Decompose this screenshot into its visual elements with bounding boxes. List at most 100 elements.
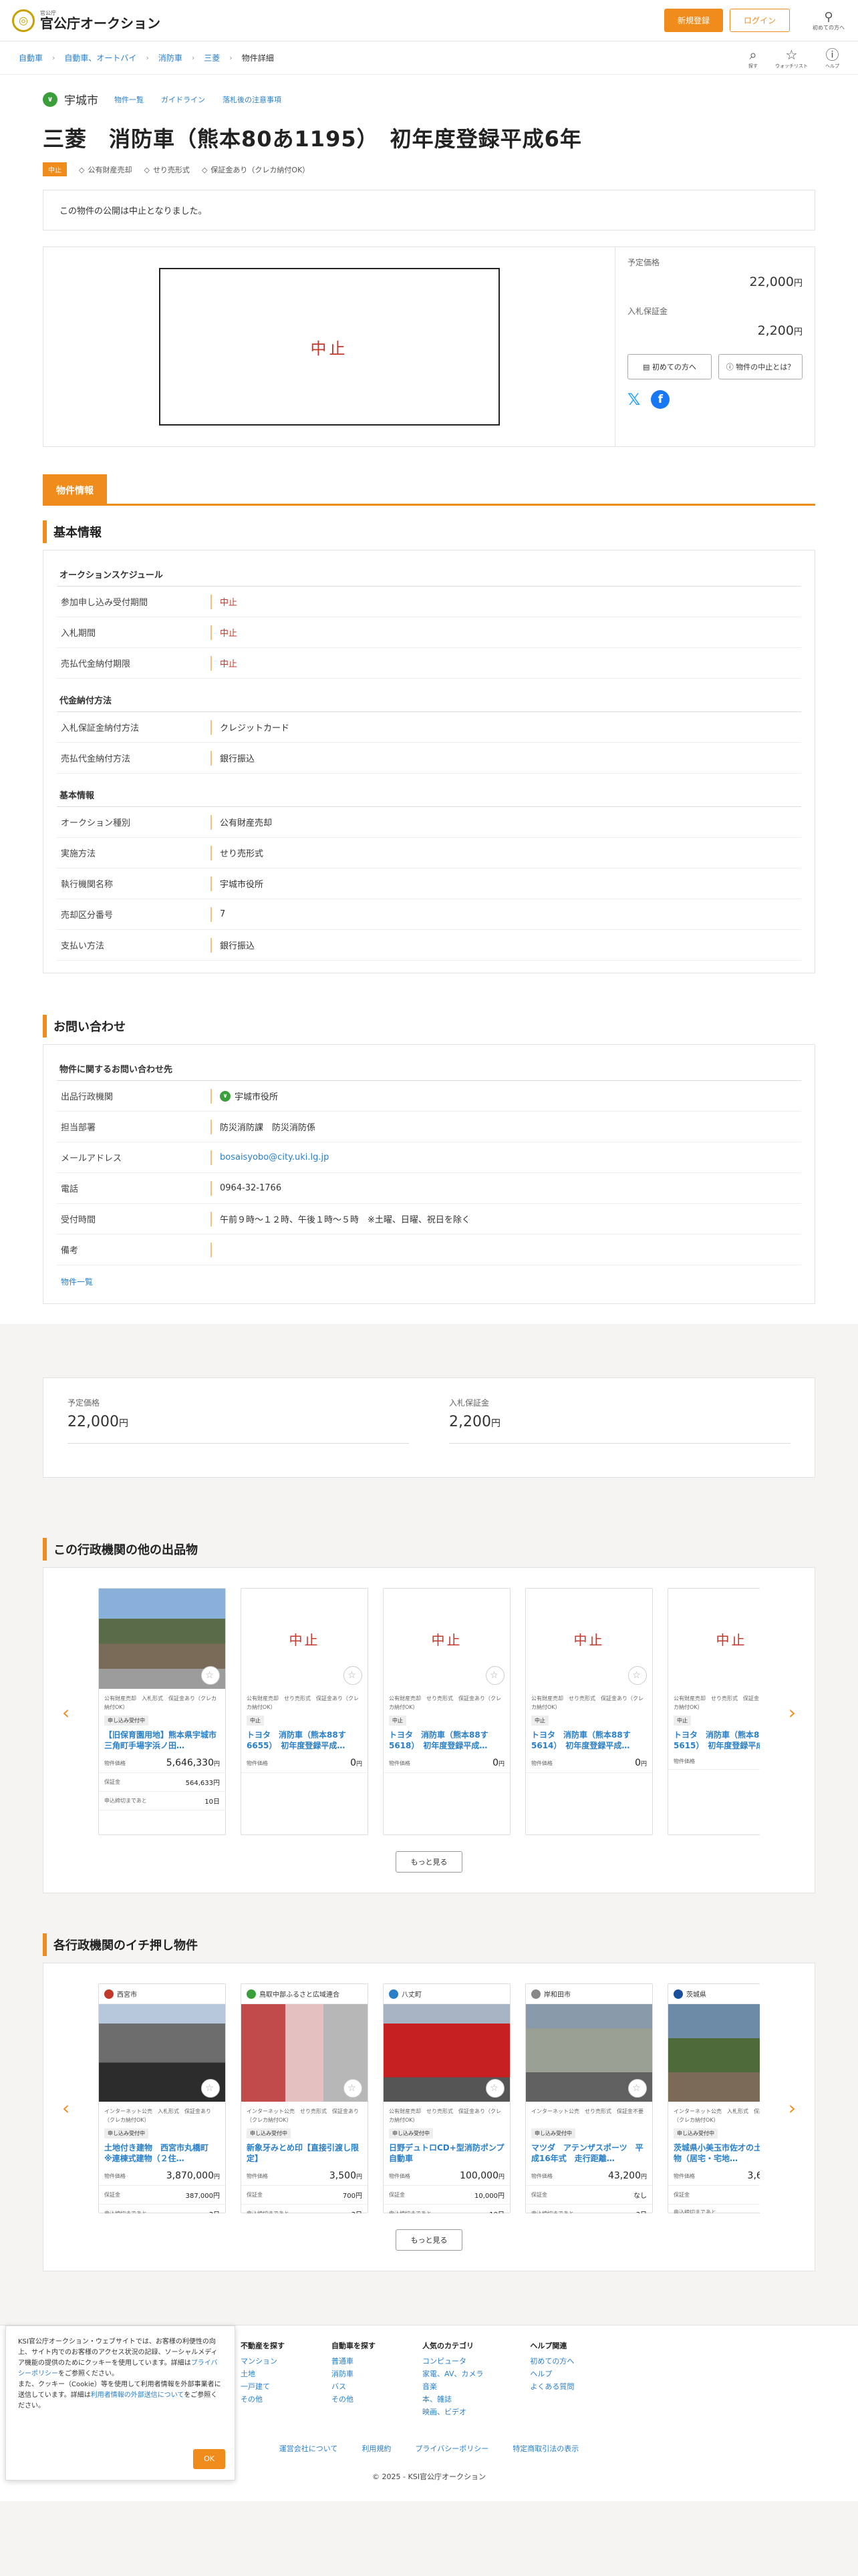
footer-link[interactable]: バス <box>331 2380 376 2393</box>
section-heading-basic: 基本情報 <box>43 520 815 543</box>
contact-key: 担当部署 <box>61 1123 96 1133</box>
recommend-card[interactable]: 西宮市 ☆ インターネット公売 入札形式 保証金あり（クレカ納付OK） 申し込み受付中… <box>98 1983 226 2213</box>
unit: 円 <box>640 2174 647 2181</box>
footer-link[interactable]: 運営会社について <box>279 2443 338 2454</box>
card-title-link[interactable]: トヨタ 消防車（熊本88す5615） 初年度登録平成… <box>668 1727 760 1754</box>
recommend-card[interactable]: 茨城県 ☆ インターネット公売 入札形式 保証金あり（クレカ納付OK） 申し込み受付中… <box>668 1983 760 2213</box>
item-photo: ☆ <box>384 2004 510 2102</box>
carousel-next-icon[interactable]: › <box>789 2097 796 2119</box>
first-time-button[interactable]: ▤ 初めての方へ <box>627 354 712 379</box>
footer-link[interactable]: 消防車 <box>331 2368 376 2380</box>
twitter-icon[interactable]: 𝕏 <box>627 390 640 409</box>
footer-link[interactable]: その他 <box>331 2393 376 2406</box>
footer-link[interactable]: マンション <box>241 2355 285 2368</box>
footer-link[interactable]: 一戸建て <box>241 2380 285 2393</box>
price-row: 物件価格 <box>668 1754 760 1770</box>
notice-box: この物件の公開は中止となりました。 <box>43 190 815 230</box>
footer-link[interactable]: 本、雑誌 <box>422 2393 483 2406</box>
favorite-star-icon[interactable]: ☆ <box>486 2079 505 2098</box>
favorite-star-icon[interactable]: ☆ <box>201 1666 220 1685</box>
favorite-star-icon[interactable]: ☆ <box>628 1666 647 1685</box>
item-card[interactable]: 中止☆ 公有財産売却 せり売形式 保証金あり（クレカ納付OK） 中止トヨタ 消防車（… <box>241 1588 368 1835</box>
carousel-prev-icon[interactable]: ‹ <box>62 2097 69 2119</box>
email-link[interactable]: bosaisyobo@city.uki.lg.jp <box>210 1150 801 1165</box>
login-button[interactable]: ログイン <box>729 9 790 32</box>
favorite-star-icon[interactable]: ☆ <box>628 2079 647 2098</box>
footer-link[interactable]: プライバシーポリシー <box>415 2443 488 2454</box>
card-title-link[interactable]: トヨタ 消防車（熊本88す5618） 初年度登録平成… <box>384 1727 510 1754</box>
what-is-stop-button[interactable]: ⓘ 物件の中止とは？ <box>718 354 803 379</box>
status-badge: 申し込み受付中 <box>674 2128 718 2138</box>
card-title-link[interactable]: 【旧保育園用地】熊本県宇城市三角町手場字浜ノ田… <box>99 1727 225 1754</box>
breadcrumb-item[interactable]: 自動車、オートバイ <box>64 52 136 63</box>
org-link-notes[interactable]: 落札後の注意事項 <box>223 94 281 105</box>
search-nav[interactable]: ⌕ 探す <box>748 47 758 69</box>
more-button[interactable]: もっと見る <box>396 2229 462 2251</box>
price-number: 0 <box>350 1758 356 1768</box>
breadcrumb-item[interactable]: 自動車 <box>19 52 43 63</box>
card-title-link[interactable]: 土地付き建物 西宮市丸橋町 ※連棟式建物（２住… <box>99 2140 225 2166</box>
item-card[interactable]: ☆ 公有財産売却 入札形式 保証金あり（クレカ納付OK） 申し込み受付中 【旧保育園用… <box>98 1588 226 1835</box>
watchlist-nav[interactable]: ☆ ウォッチリスト <box>775 47 808 69</box>
card-title-link[interactable]: 日野デュトロCD+型消防ポンプ自動車 <box>384 2140 510 2166</box>
deadline-row: 申込締切まであと <box>668 2205 760 2213</box>
card-title-link[interactable]: マツダ アテンザスポーツ 平成16年式 走行距離… <box>526 2140 652 2166</box>
favorite-star-icon[interactable]: ☆ <box>201 2079 220 2098</box>
carousel-prev-icon[interactable]: ‹ <box>62 1702 69 1724</box>
price-label: 物件価格 <box>389 2172 410 2179</box>
summary-price-label: 予定価格 <box>67 1398 100 1408</box>
footer-link[interactable]: 家電、AV、カメラ <box>422 2368 483 2380</box>
org-link-guideline[interactable]: ガイドライン <box>161 94 205 105</box>
footer-link[interactable]: その他 <box>241 2393 285 2406</box>
contact-row: 受付時間 午前９時～１２時、午後１時～５時 ※土曜、日曜、祝日を除く <box>57 1204 801 1235</box>
footer-link[interactable]: 映画、ビデオ <box>422 2406 483 2418</box>
card-title-link[interactable]: 新象牙みとめ印【直接引渡し限定】 <box>241 2140 368 2166</box>
breadcrumb-bar: 自動車 › 自動車、オートバイ › 消防車 › 三菱 › 物件詳細 ⌕ 探す ☆ ウォッチリ… <box>0 41 858 75</box>
favorite-star-icon[interactable]: ☆ <box>343 2079 362 2098</box>
deadline-row: 申込締切まであと 10日 <box>99 1792 225 1810</box>
carousel-next-icon[interactable]: › <box>789 1702 796 1724</box>
card-org: 岸和田市 <box>526 1984 652 2004</box>
footer-link[interactable]: コンピュータ <box>422 2355 483 2368</box>
item-card[interactable]: 中止☆ 公有財産売却 せり売形式 保証金あり（クレカ納付OK） 中止トヨタ 消防車（… <box>668 1588 760 1835</box>
org-link-list[interactable]: 物件一覧 <box>114 94 144 105</box>
cookie-ok-button[interactable]: OK <box>193 2449 225 2469</box>
item-card[interactable]: 中止☆ 公有財産売却 せり売形式 保証金あり（クレカ納付OK） 中止トヨタ 消防車（… <box>383 1588 511 1835</box>
card-title-link[interactable]: 茨城県小美玉市佐才の土地付建物（居宅・宅地… <box>668 2140 760 2166</box>
price-row: 物件価格 0円 <box>526 1754 652 1773</box>
section-heading-other: この行政機関の他の出品物 <box>43 1538 815 1561</box>
facebook-icon[interactable]: f <box>651 390 670 409</box>
favorite-star-icon[interactable]: ☆ <box>486 1666 505 1685</box>
breadcrumb-item[interactable]: 三菱 <box>204 52 220 63</box>
tab-item-info[interactable]: 物件情報 <box>43 474 107 504</box>
footer-link[interactable]: 土地 <box>241 2368 285 2380</box>
footer-link[interactable]: 特定商取引法の表示 <box>513 2443 579 2454</box>
first-time-link[interactable]: ⚲ 初めての方へ <box>811 10 846 31</box>
site-logo[interactable]: ◎ 官公庁 官公庁オークション <box>12 9 160 32</box>
card-title-link[interactable]: トヨタ 消防車（熊本88す5614） 初年度登録平成… <box>526 1727 652 1754</box>
footer-link[interactable]: 音楽 <box>422 2380 483 2393</box>
footer-column: 自動車を探す 普通車 消防車 バス その他 <box>331 2340 376 2418</box>
recommend-card[interactable]: 鳥取中部ふるさと広域連合 ☆ インターネット公売 せり売形式 保証金あり（クレカ納付… <box>241 1983 368 2213</box>
help-nav[interactable]: ⓘ ヘルプ <box>825 47 839 69</box>
footer-link[interactable]: 利用規約 <box>362 2443 391 2454</box>
footer-link[interactable]: 初めての方へ <box>530 2355 574 2368</box>
footer-link[interactable]: ヘルプ <box>530 2368 574 2380</box>
deposit-row: 保証金 10,000円 <box>384 2186 510 2205</box>
more-button[interactable]: もっと見る <box>396 1851 462 1873</box>
external-send-link[interactable]: 利用者情報の外部送信について <box>91 2392 184 2399</box>
price-side-panel: 予定価格 22,000円 入札保証金 2,200円 ▤ 初めての方へ ⓘ 物件の… <box>627 258 803 409</box>
breadcrumb-item[interactable]: 消防車 <box>158 52 182 63</box>
item-list-link[interactable]: 物件一覧 <box>61 1276 797 1287</box>
price-row: 物件価格 5,646,330円 <box>99 1754 225 1773</box>
contact-value: 午前９時～１２時、午後１時～５時 ※土曜、日曜、祝日を除く <box>210 1211 801 1227</box>
register-button[interactable]: 新規登録 <box>664 9 723 32</box>
favorite-star-icon[interactable]: ☆ <box>343 1666 362 1685</box>
recommend-card[interactable]: 岸和田市 ☆ インターネット公売 せり売形式 保証金不要 申し込み受付中 マツダ アテン… <box>525 1983 653 2213</box>
group-title: 基本情報 <box>57 783 801 807</box>
recommend-card[interactable]: 八丈町 ☆ 公有財産売却 せり売形式 保証金あり（クレカ納付OK） 申し込み受付中 日野… <box>383 1983 511 2213</box>
footer-link[interactable]: よくある質問 <box>530 2380 574 2393</box>
card-title-link[interactable]: トヨタ 消防車（熊本88す6655） 初年度登録平成… <box>241 1727 368 1754</box>
footer-link[interactable]: 普通車 <box>331 2355 376 2368</box>
item-card[interactable]: 中止☆ 公有財産売却 せり売形式 保証金あり（クレカ納付OK） 中止トヨタ 消防車（… <box>525 1588 653 1835</box>
